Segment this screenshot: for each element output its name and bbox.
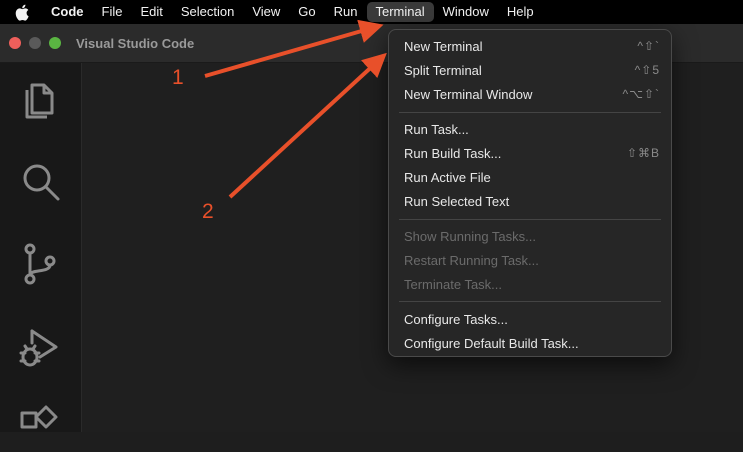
- terminal-menu-dropdown: New Terminal ^⇧` Split Terminal ^⇧5 New …: [388, 29, 672, 357]
- menu-run-task-label: Run Task...: [404, 121, 469, 137]
- menu-separator: [399, 219, 661, 220]
- menu-restart-running-task-label: Restart Running Task...: [404, 252, 539, 268]
- menu-new-terminal-window-shortcut: ^⌥⇧`: [622, 87, 660, 101]
- annotation-label-2: 2: [202, 200, 214, 223]
- menu-terminal[interactable]: Terminal: [366, 2, 434, 22]
- menu-run-selected-text[interactable]: Run Selected Text: [404, 189, 660, 213]
- menu-split-terminal[interactable]: Split Terminal ^⇧5: [404, 58, 660, 82]
- menu-new-terminal[interactable]: New Terminal ^⇧`: [404, 34, 660, 58]
- menu-new-terminal-label: New Terminal: [404, 38, 483, 54]
- menu-edit[interactable]: Edit: [131, 2, 171, 22]
- annotation-label-1: 1: [172, 66, 184, 89]
- files-icon[interactable]: [18, 75, 62, 119]
- menu-split-terminal-shortcut: ^⇧5: [634, 63, 660, 77]
- source-control-icon[interactable]: [18, 241, 62, 285]
- menu-run-build-task-shortcut: ⇧⌘B: [626, 146, 660, 160]
- minimize-window-button[interactable]: [29, 37, 41, 49]
- menu-configure-default-build-task-label: Configure Default Build Task...: [404, 335, 579, 351]
- window-title: Visual Studio Code: [76, 35, 195, 51]
- menu-restart-running-task: Restart Running Task...: [404, 248, 660, 272]
- menu-show-running-tasks-label: Show Running Tasks...: [404, 228, 536, 244]
- close-window-button[interactable]: [9, 37, 21, 49]
- zoom-window-button[interactable]: [49, 37, 61, 49]
- activity-bar: [0, 63, 82, 432]
- menu-help[interactable]: Help: [498, 2, 543, 22]
- menu-window[interactable]: Window: [434, 2, 498, 22]
- search-icon[interactable]: [18, 159, 62, 203]
- menu-run-task[interactable]: Run Task...: [404, 117, 660, 141]
- menu-terminate-task-label: Terminate Task...: [404, 276, 503, 292]
- menu-run-build-task-label: Run Build Task...: [404, 145, 502, 161]
- menu-configure-default-build-task[interactable]: Configure Default Build Task...: [404, 331, 660, 355]
- menu-new-terminal-window[interactable]: New Terminal Window ^⌥⇧`: [404, 82, 660, 106]
- extensions-icon[interactable]: [18, 403, 62, 447]
- menu-separator: [399, 112, 661, 113]
- menu-bar: Code File Edit Selection View Go Run Ter…: [0, 0, 743, 24]
- menu-selection[interactable]: Selection: [172, 2, 243, 22]
- menu-run[interactable]: Run: [325, 2, 367, 22]
- menu-split-terminal-label: Split Terminal: [404, 62, 482, 78]
- apple-icon[interactable]: [10, 0, 34, 24]
- menu-view[interactable]: View: [243, 2, 289, 22]
- menu-run-active-file-label: Run Active File: [404, 169, 491, 185]
- menu-code[interactable]: Code: [42, 2, 93, 22]
- menu-go[interactable]: Go: [289, 2, 324, 22]
- menu-terminate-task: Terminate Task...: [404, 272, 660, 296]
- menu-file[interactable]: File: [93, 2, 132, 22]
- menu-show-running-tasks: Show Running Tasks...: [404, 224, 660, 248]
- menu-configure-tasks-label: Configure Tasks...: [404, 311, 508, 327]
- menu-new-terminal-shortcut: ^⇧`: [637, 39, 660, 53]
- menu-run-build-task[interactable]: Run Build Task... ⇧⌘B: [404, 141, 660, 165]
- run-debug-icon[interactable]: [18, 325, 62, 369]
- menu-configure-tasks[interactable]: Configure Tasks...: [404, 307, 660, 331]
- menu-new-terminal-window-label: New Terminal Window: [404, 86, 533, 102]
- menu-run-selected-text-label: Run Selected Text: [404, 193, 510, 209]
- menu-separator: [399, 301, 661, 302]
- menu-run-active-file[interactable]: Run Active File: [404, 165, 660, 189]
